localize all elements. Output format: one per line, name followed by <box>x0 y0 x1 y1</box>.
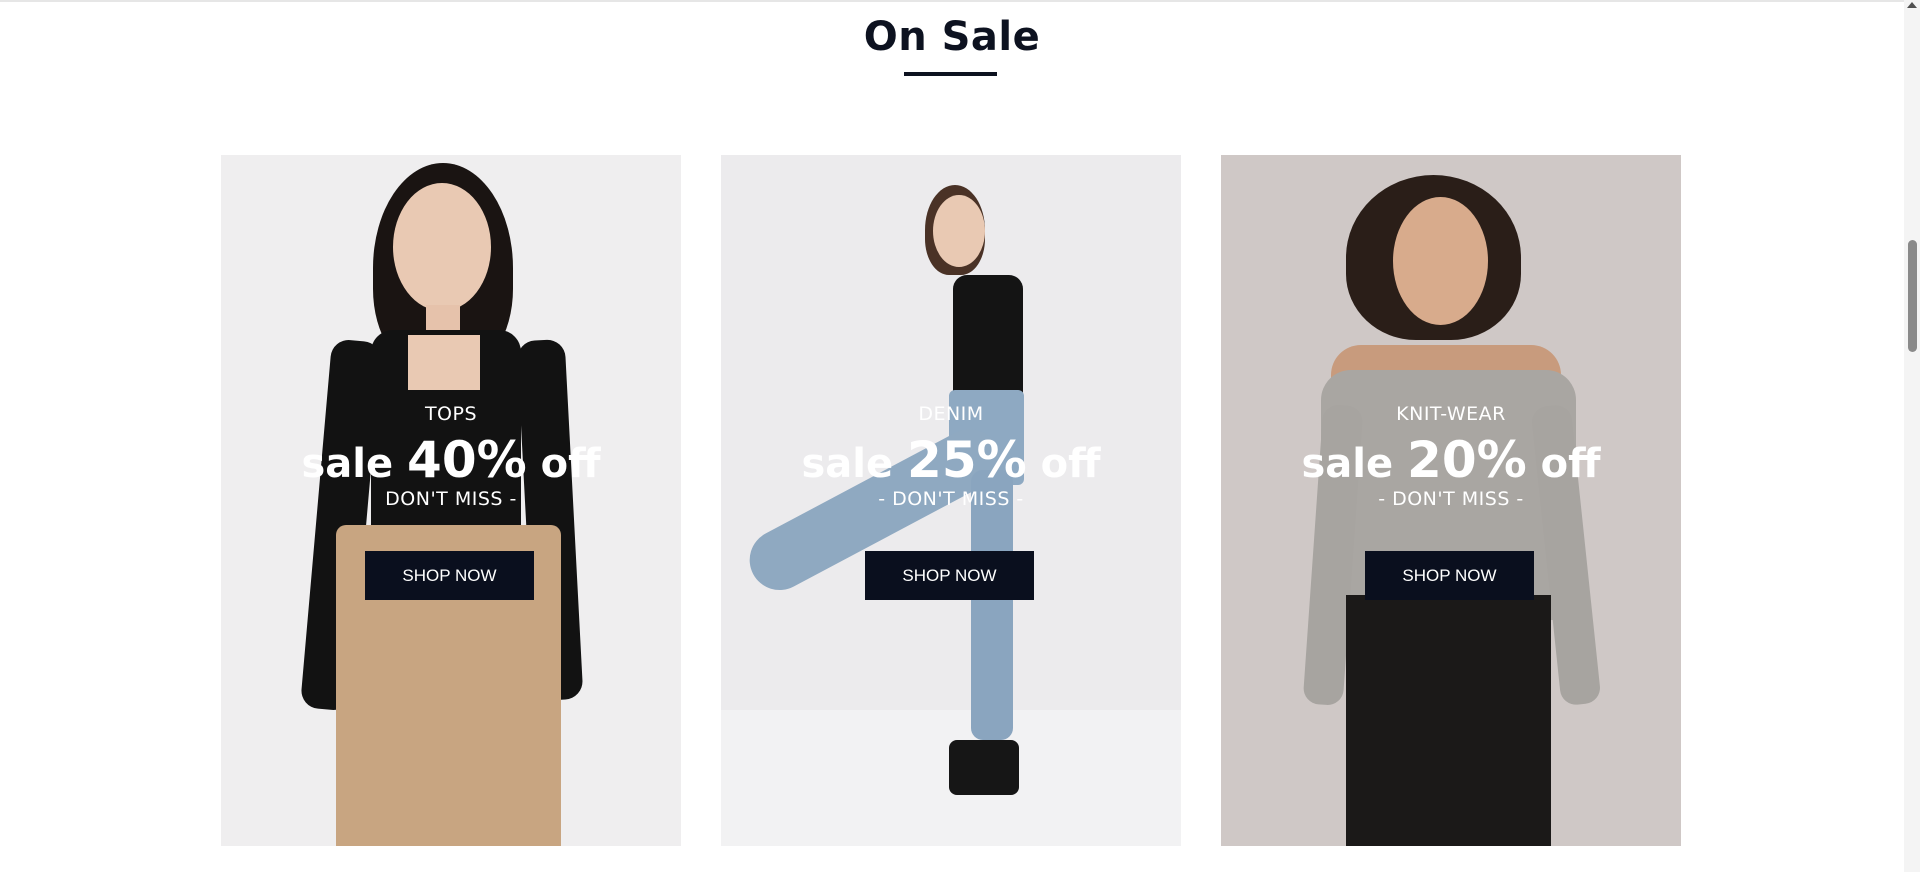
category-label: KNIT-WEAR <box>1396 403 1506 425</box>
sale-card-knitwear[interactable]: KNIT-WEAR sale 20% off - DON'T MISS - SH… <box>1221 155 1681 846</box>
sale-percent: 20% <box>1407 431 1527 489</box>
sale-suffix: off <box>1526 441 1601 487</box>
tagline: - DON'T MISS - <box>1378 488 1524 510</box>
category-label: TOPS <box>424 403 478 425</box>
sale-suffix: off <box>1026 441 1101 487</box>
sale-suffix: off <box>526 441 601 487</box>
sale-card-tops[interactable]: TOPS sale 40% off DON'T MISS - SHOP NOW <box>221 155 681 846</box>
card-overlay: KNIT-WEAR sale 20% off - DON'T MISS - SH… <box>1221 155 1681 846</box>
sale-headline: sale 40% off <box>221 431 681 489</box>
scroll-up-arrow-icon[interactable] <box>1907 2 1917 8</box>
sale-card-denim[interactable]: DENIM sale 25% off - DON'T MISS - SHOP N… <box>721 155 1181 846</box>
sale-percent: 40% <box>407 431 527 489</box>
sale-headline: sale 20% off <box>1221 431 1681 489</box>
on-sale-section: On Sale TOPS sale 40% off DON'T MISS - S… <box>0 0 1904 872</box>
scrollbar-thumb[interactable] <box>1908 240 1917 352</box>
sale-prefix: sale <box>301 441 408 487</box>
title-underline <box>904 72 997 76</box>
sale-percent: 25% <box>907 431 1027 489</box>
sale-prefix: sale <box>1301 441 1408 487</box>
shop-now-button-tops[interactable]: SHOP NOW <box>365 551 534 600</box>
sale-prefix: sale <box>801 441 908 487</box>
card-overlay: DENIM sale 25% off - DON'T MISS - SHOP N… <box>721 155 1181 846</box>
vertical-scrollbar[interactable] <box>1904 0 1920 872</box>
shop-now-button-denim[interactable]: SHOP NOW <box>865 551 1034 600</box>
sale-headline: sale 25% off <box>721 431 1181 489</box>
section-title: On Sale <box>863 14 1041 60</box>
shop-now-button-knitwear[interactable]: SHOP NOW <box>1365 551 1534 600</box>
tagline: DON'T MISS - <box>385 488 517 510</box>
card-overlay: TOPS sale 40% off DON'T MISS - SHOP NOW <box>221 155 681 846</box>
category-label: DENIM <box>918 403 984 425</box>
tagline: - DON'T MISS - <box>878 488 1024 510</box>
